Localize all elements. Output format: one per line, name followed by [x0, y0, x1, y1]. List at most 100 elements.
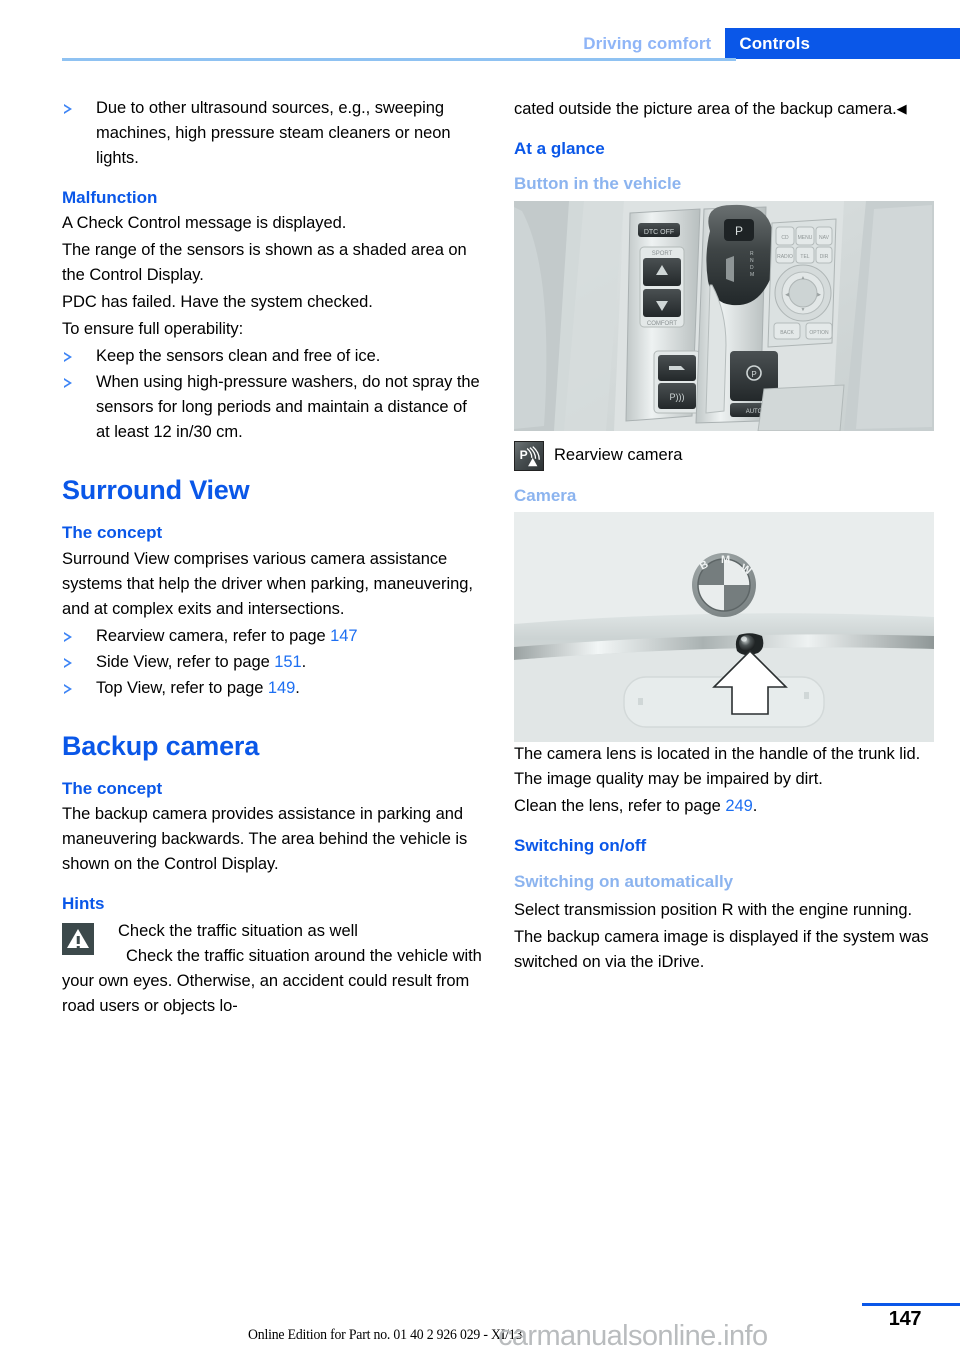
page-number: 147 — [888, 1308, 922, 1330]
heading-backup-concept: The concept — [62, 778, 163, 798]
heading-switching-on-automatically: Switching on automatically — [514, 871, 734, 891]
warning-exclamation-stroke — [76, 935, 80, 944]
svg-text:NAV: NAV — [819, 235, 830, 241]
svg-text:P: P — [751, 370, 756, 379]
page-reference-link[interactable]: 249 — [725, 797, 752, 815]
header-divider — [62, 58, 736, 61]
trunk-photo: B M W — [514, 512, 934, 743]
heading-surround-view: Surround View — [62, 475, 250, 506]
end-of-warning-marker: ◀ — [896, 101, 907, 116]
svg-text:▲: ▲ — [801, 275, 806, 281]
pdc-icon-glyph: P — [520, 445, 540, 467]
camera-paragraph-2-tail: . — [752, 797, 758, 816]
tab-driving-comfort[interactable]: Driving comfort — [569, 28, 726, 59]
malfunction-bullet-list: Keep the sensors clean and free of ice. … — [62, 344, 482, 445]
heading-camera: Camera — [514, 485, 577, 505]
page-header: Driving comfort Controls — [0, 28, 960, 59]
svg-text:P))): P))) — [670, 392, 685, 402]
header-tabs: Driving comfort Controls — [569, 28, 960, 59]
left-column: Due to other ultrasound sources, e.g., s… — [62, 96, 482, 1019]
list-item: Due to other ultrasound sources, e.g., s… — [62, 96, 482, 171]
svg-text:P: P — [735, 224, 743, 238]
console-illustration: DTC OFF SPORT COMFORT P))) P RNDM P AUTO… — [514, 200, 934, 431]
intro-bullet-list: Due to other ultrasound sources, e.g., s… — [62, 96, 482, 171]
svg-text:SPORT: SPORT — [652, 251, 673, 257]
list-item-text: When using high-pressure washers, do not… — [96, 373, 480, 442]
camera-paragraph-1: The camera lens is located in the handle… — [514, 745, 921, 789]
console-photo: DTC OFF SPORT COMFORT P))) P R N D M P A… — [514, 200, 934, 431]
list-item-text: Top View, refer to page — [96, 678, 268, 697]
svg-text:M: M — [721, 554, 730, 566]
list-item-tail: . — [301, 652, 307, 671]
tab-controls-label: Controls — [739, 33, 810, 53]
svg-text:CD: CD — [781, 235, 789, 241]
svg-text:MENU: MENU — [798, 235, 813, 241]
bullet-triangle-icon — [64, 631, 72, 642]
svg-text:BACK: BACK — [780, 330, 794, 336]
backup-concept-paragraph: The backup camera provides assistance in… — [62, 805, 468, 874]
warning-continued-paragraph: cated outside the picture area of the ba… — [514, 96, 934, 122]
list-item-tail: . — [295, 678, 300, 697]
tab-driving-comfort-label: Driving comfort — [583, 33, 712, 53]
list-item-text: Rearview camera, refer to page — [96, 626, 331, 645]
trunk-illustration: B M W — [514, 512, 934, 743]
heading-backup-camera: Backup camera — [62, 730, 260, 761]
list-item: When using high-pressure washers, do not… — [62, 370, 482, 445]
malfunction-paragraph-4: To ensure full operability: — [62, 320, 244, 339]
svg-text:OPTION: OPTION — [809, 330, 829, 336]
svg-text:RADIO: RADIO — [777, 254, 793, 260]
svg-text:COMFORT: COMFORT — [647, 321, 678, 327]
site-watermark: carmanualsonline.info — [498, 1320, 768, 1352]
tab-controls[interactable]: Controls — [725, 28, 960, 59]
page-reference-link[interactable]: 149 — [268, 679, 295, 697]
edition-notice: Online Edition for Part no. 01 40 2 926 … — [248, 1327, 523, 1343]
svg-text:TEL: TEL — [800, 254, 809, 260]
surround-view-bullet-list: Rearview camera, refer to page 147 Side … — [62, 624, 482, 701]
heading-button-in-the-vehicle: Button in the vehicle — [514, 174, 682, 194]
warning-body: Check the traffic situation around the v… — [62, 944, 482, 1019]
warning-block: Check the traffic situation as well Chec… — [62, 919, 482, 1019]
right-column: cated outside the picture area of the ba… — [514, 96, 934, 977]
heading-switching-on-off: Switching on/off — [514, 836, 647, 856]
page-reference-link[interactable]: 151 — [274, 653, 301, 671]
heading-malfunction: Malfunction — [62, 188, 158, 207]
svg-text:◀: ◀ — [785, 292, 789, 298]
page-reference-link[interactable]: 147 — [330, 627, 357, 645]
list-item: Rearview camera, refer to page 147 — [62, 624, 482, 649]
bullet-triangle-icon — [64, 657, 72, 668]
list-item: Side View, refer to page 151. — [62, 650, 482, 675]
switching-auto-paragraph-1: Select transmission position R with the … — [514, 900, 913, 919]
svg-text:P: P — [520, 448, 528, 462]
malfunction-paragraph-2: The range of the sensors is shown as a s… — [62, 241, 467, 285]
svg-text:▼: ▼ — [801, 307, 806, 313]
page-number-rule — [862, 1303, 960, 1306]
bullet-triangle-icon — [64, 378, 72, 389]
list-item-text: Due to other ultrasound sources, e.g., s… — [96, 99, 451, 167]
bmw-roundel: B M W — [692, 553, 756, 618]
svg-text:DTC OFF: DTC OFF — [644, 229, 674, 236]
svg-text:R: R — [750, 251, 754, 257]
manual-page: Driving comfort Controls Due to other ul… — [0, 0, 960, 1362]
malfunction-paragraph-1: A Check Control message is displayed. — [62, 214, 347, 233]
camera-paragraph-2-text: Clean the lens, refer to page — [514, 797, 726, 816]
svg-text:▶: ▶ — [817, 292, 821, 298]
list-item: Keep the sensors clean and free of ice. — [62, 344, 482, 369]
heading-at-a-glance: At a glance — [514, 139, 605, 158]
warning-triangle-icon — [62, 922, 94, 955]
bullet-triangle-icon — [64, 352, 72, 363]
bullet-triangle-icon — [64, 683, 72, 694]
list-item-text: Side View, refer to page — [96, 652, 275, 671]
figure-caption-rearview: P Rearview camera — [514, 440, 934, 471]
warning-title: Check the traffic situation as well — [118, 921, 358, 940]
heading-hints: Hints — [62, 894, 105, 914]
camera-paragraph-2: Clean the lens, refer to page 249. — [514, 794, 934, 819]
switching-auto-paragraph-2: The backup camera image is displayed if … — [514, 927, 929, 971]
svg-text:M: M — [750, 272, 754, 278]
pdc-rearview-camera-icon: P — [514, 440, 544, 471]
figure-console: DTC OFF SPORT COMFORT P))) P R N D M P A… — [514, 200, 934, 471]
svg-text:DIR: DIR — [820, 254, 829, 260]
bullet-triangle-icon — [64, 104, 72, 114]
heading-surround-concept: The concept — [62, 523, 163, 543]
caption-text: Rearview camera — [554, 446, 683, 465]
malfunction-paragraph-3: PDC has failed. Have the system checked. — [62, 293, 373, 312]
